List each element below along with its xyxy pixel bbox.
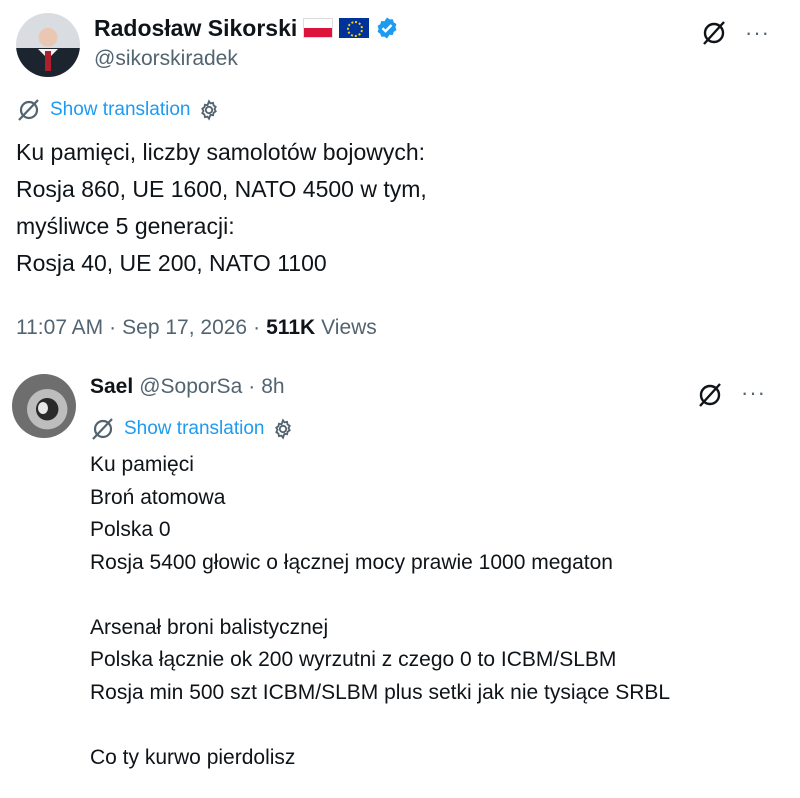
reply-line: Rosja 5400 głowic o łącznej mocy prawie … <box>90 550 613 574</box>
tweet-line: myśliwce 5 generacji: <box>16 213 235 239</box>
tweet-meta: 11:07 AM · Sep 17, 2026 · 511K Views <box>16 316 377 340</box>
views-count: 511K <box>266 316 316 339</box>
verified-badge-icon[interactable] <box>375 16 399 40</box>
poland-flag-icon <box>303 18 334 38</box>
tweet-line: Rosja 40, UE 200, NATO 1100 <box>16 250 327 276</box>
translate-icon <box>18 99 39 121</box>
reply-line: Arsenał broni balistycznej <box>90 615 329 639</box>
tweet-line: Ku pamięci, liczby samolotów bojowych: <box>16 139 426 165</box>
eu-flag-icon <box>339 18 370 38</box>
author-name[interactable]: Radosław Sikorski <box>94 14 297 42</box>
tweet-time[interactable]: 11:07 AM <box>16 316 103 340</box>
reply-line: Co ty kurwo pierdolisz <box>90 745 296 769</box>
separator-dot: · <box>253 316 261 339</box>
reply-body: Ku pamięci Broń atomowa Polska 0 Rosja 5… <box>90 449 670 774</box>
more-options-button[interactable]: ··· <box>745 20 770 46</box>
reply-author-avatar[interactable] <box>12 374 76 438</box>
reply-more-options-button[interactable]: ··· <box>741 380 766 406</box>
separator-dot: · <box>109 316 117 339</box>
reply-line <box>90 579 670 612</box>
gear-icon[interactable] <box>272 418 294 440</box>
show-translation-link[interactable]: Show translation <box>50 99 190 121</box>
reply-author-name[interactable]: Sael <box>90 375 133 399</box>
reply-author-handle[interactable]: @SoporSa <box>139 375 242 399</box>
translate-icon <box>92 418 113 440</box>
reply-age[interactable]: 8h <box>261 375 284 399</box>
grok-icon[interactable] <box>700 19 728 47</box>
separator-dot: · <box>248 375 256 398</box>
tweet-body: Ku pamięci, liczby samolotów bojowych: R… <box>16 134 427 282</box>
tweet-date[interactable]: Sep 17, 2026 <box>122 316 247 340</box>
reply-header: Sael @SoporSa · 8h <box>90 375 285 399</box>
reply-line: Rosja min 500 szt ICBM/SLBM plus setki j… <box>90 680 671 704</box>
reply-show-translation-row[interactable]: Show translation <box>90 416 294 442</box>
reply-line <box>90 709 670 742</box>
views-label: Views <box>321 316 377 339</box>
gear-icon[interactable] <box>198 99 220 121</box>
tweet-line: Rosja 860, UE 1600, NATO 4500 w tym, <box>16 176 427 202</box>
show-translation-row[interactable]: Show translation <box>16 97 220 123</box>
grok-icon[interactable] <box>696 381 724 409</box>
reply-line: Ku pamięci <box>90 453 194 476</box>
reply-line: Polska 0 <box>90 518 171 541</box>
author-avatar[interactable] <box>16 13 80 77</box>
author-handle[interactable]: @sikorskiradek <box>94 47 238 71</box>
reply-line: Broń atomowa <box>90 485 226 509</box>
author-name-row: Radosław Sikorski <box>94 14 399 42</box>
reply-line: Polska łącznie ok 200 wyrzutni z czego 0… <box>90 648 617 671</box>
show-translation-link[interactable]: Show translation <box>124 418 264 440</box>
